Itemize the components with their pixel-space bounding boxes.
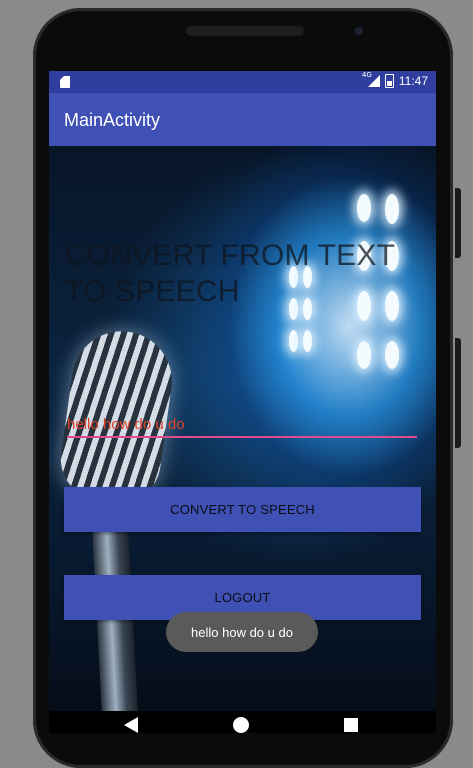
- background-light: [357, 341, 371, 369]
- power-button: [455, 188, 461, 258]
- status-icons: 4G 11:47: [362, 71, 428, 88]
- volume-button: [455, 338, 461, 448]
- earpiece-speaker: [185, 24, 305, 36]
- background-light: [289, 330, 298, 352]
- recents-icon[interactable]: [344, 718, 358, 732]
- navigation-bar: [49, 711, 436, 733]
- main-content: CONVERT FROM TEXT TO SPEECH CONVERT TO S…: [49, 146, 436, 733]
- app-title: MainActivity: [64, 110, 161, 130]
- page-heading: CONVERT FROM TEXT TO SPEECH: [65, 239, 395, 308]
- app-bar: MainActivity: [49, 93, 436, 146]
- device-screen: 4G 11:47 MainActivity CONVERT FROM TEXT …: [49, 71, 436, 733]
- home-icon[interactable]: [233, 717, 249, 733]
- network-type: 4G: [361, 71, 372, 79]
- battery-icon: [384, 74, 394, 88]
- background-light: [303, 330, 312, 352]
- background-light: [357, 194, 371, 222]
- convert-to-speech-button[interactable]: CONVERT TO SPEECH: [64, 487, 421, 532]
- toast-message: hello how do u do: [166, 612, 318, 652]
- sd-card-icon: [60, 76, 70, 88]
- status-bar: 4G 11:47: [49, 71, 436, 93]
- background-light: [385, 194, 399, 224]
- background-light: [385, 341, 399, 369]
- status-time: 11:47: [398, 74, 428, 88]
- front-camera: [355, 27, 363, 35]
- back-icon[interactable]: [124, 717, 138, 733]
- text-input[interactable]: [67, 412, 417, 438]
- signal-icon: 4G: [362, 71, 380, 88]
